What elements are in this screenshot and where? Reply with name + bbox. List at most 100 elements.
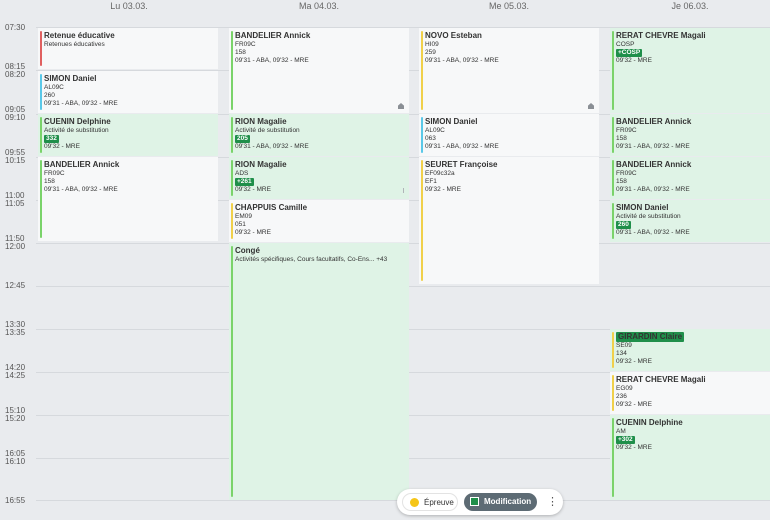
lesson-card[interactable]: BANDELIER Annick FR09C 158 09'31 - ABA, …: [38, 157, 218, 241]
time-label: 11:05: [5, 199, 25, 208]
time-label: 08:20: [5, 70, 26, 79]
lesson-color-bar: [612, 203, 614, 239]
lesson-card[interactable]: RION Magalie Activité de substitution 20…: [229, 114, 409, 156]
lesson-card[interactable]: SIMON Daniel Activité de substitution 26…: [610, 200, 770, 242]
lesson-groups: 09'31 - ABA, 09'32 - MRE: [44, 100, 118, 107]
lesson-room: 158: [44, 178, 55, 185]
time-label: 14:25: [5, 371, 26, 380]
lesson-card[interactable]: BANDELIER Annick FR09C 158 09'31 - ABA, …: [610, 114, 770, 156]
home-icon: [398, 103, 404, 109]
day-header-je: Je 06.03.: [671, 1, 709, 11]
lesson-color-bar: [40, 74, 42, 110]
lesson-color-bar: [612, 418, 614, 497]
lesson-class: ADS: [235, 170, 249, 177]
lesson-color-bar: [612, 375, 614, 411]
lesson-room: 158: [616, 135, 627, 142]
lesson-groups: 09'32 - MRE: [616, 358, 652, 365]
time-label: 09:10: [5, 113, 26, 122]
teacher-name: SIMON Daniel: [44, 74, 97, 83]
time-label: 10:15: [5, 156, 26, 165]
teacher-name: RION Magalie: [235, 160, 287, 169]
lesson-groups: 09'31 - ABA, 09'32 - MRE: [425, 143, 499, 150]
time-label: 07:30: [5, 23, 26, 32]
lesson-class: FR09C: [235, 41, 256, 48]
lesson-room: 236: [616, 393, 627, 400]
resize-grip-icon[interactable]: [403, 188, 404, 193]
teacher-name: RERAT CHEVRE Magali: [616, 31, 706, 40]
teacher-name: RERAT CHEVRE Magali: [616, 375, 706, 384]
time-label: 12:45: [5, 281, 26, 290]
modification-square-icon: [470, 497, 479, 506]
lesson-room: 051: [235, 221, 246, 228]
teacher-name: CHAPPUIS Camille: [235, 203, 308, 212]
lesson-card[interactable]: BANDELIER Annick FR09C 158 09'31 - ABA, …: [229, 28, 409, 113]
legend-epreuve[interactable]: Épreuve: [402, 493, 458, 511]
lesson-subject: Activité de substitution: [235, 127, 300, 134]
lesson-color-bar: [421, 31, 423, 110]
lesson-color-bar: [612, 160, 614, 196]
lesson-card[interactable]: CUENIN Delphine Activité de substitution…: [38, 114, 218, 156]
time-label: 16:10: [5, 457, 26, 466]
room-change-badge: +302: [616, 436, 635, 444]
teacher-name: CUENIN Delphine: [616, 418, 683, 427]
teacher-name: BANDELIER Annick: [616, 117, 692, 126]
lesson-class: SE09: [616, 342, 632, 349]
lesson-card[interactable]: SIMON Daniel AL09C 063 09'31 - ABA, 09'3…: [419, 114, 599, 156]
teacher-name: NOVO Esteban: [425, 31, 482, 40]
lesson-card[interactable]: RION Magalie ADS +261 09'32 - MRE: [229, 157, 409, 199]
lesson-room: 158: [235, 49, 246, 56]
day-header-me: Me 05.03.: [488, 1, 530, 11]
leave-title: Congé: [235, 246, 260, 255]
lesson-color-bar: [231, 203, 233, 239]
lesson-card[interactable]: SIMON Daniel AL09C 260 09'31 - ABA, 09'3…: [38, 71, 218, 113]
teacher-name: SIMON Daniel: [425, 117, 478, 126]
lesson-class: AM: [616, 428, 626, 435]
lesson-card[interactable]: CUENIN Delphine AM +302 09'32 - MRE: [610, 415, 770, 500]
lesson-room: 063: [425, 135, 436, 142]
teacher-name: SEURET Françoise: [425, 160, 498, 169]
lesson-groups: 09'31 - ABA, 09'32 - MRE: [616, 143, 690, 150]
time-label: 15:20: [5, 414, 26, 423]
lesson-card[interactable]: CHAPPUIS Camille EM09 051 09'32 - MRE: [229, 200, 409, 242]
lesson-room: 158: [616, 178, 627, 185]
lesson-card[interactable]: NOVO Esteban HI09 259 09'31 - ABA, 09'32…: [419, 28, 599, 113]
lesson-class: FR09C: [616, 127, 637, 134]
lesson-card[interactable]: BANDELIER Annick FR09C 158 09'31 - ABA, …: [610, 157, 770, 199]
lesson-card[interactable]: GIRARDIN Claire SE09 134 09'32 - MRE: [610, 329, 770, 371]
lesson-card[interactable]: RERAT CHEVRE Magali COSP +COSP 09'32 - M…: [610, 28, 770, 113]
lesson-color-bar: [40, 160, 42, 238]
more-options-icon[interactable]: ⋮: [547, 495, 558, 509]
epreuve-dot-icon: [410, 498, 419, 507]
lesson-groups: 09'32 - MRE: [44, 143, 80, 150]
day-header-ma: Ma 04.03.: [298, 1, 340, 11]
teacher-name: CUENIN Delphine: [44, 117, 111, 126]
lesson-class: AL09C: [425, 127, 445, 134]
lesson-groups: 09'31 - ABA, 09'32 - MRE: [235, 57, 309, 64]
lesson-groups: 09'31 - ABA, 09'32 - MRE: [425, 57, 499, 64]
lesson-color-bar: [231, 246, 233, 497]
lesson-color-bar: [231, 160, 233, 196]
lesson-groups: 09'32 - MRE: [235, 229, 271, 236]
lesson-card[interactable]: Retenue éducative Retenues éducatives: [38, 28, 218, 69]
lesson-groups: 09'32 - MRE: [235, 186, 271, 193]
lesson-room: 260: [44, 92, 55, 99]
lesson-class: FR09C: [44, 170, 65, 177]
lesson-subject: Activité de substitution: [44, 127, 109, 134]
lesson-groups: 09'32 - MRE: [616, 57, 652, 64]
lesson-class: EF09c32a: [425, 170, 455, 177]
lesson-groups: 09'31 - ABA, 09'32 - MRE: [44, 186, 118, 193]
legend-modification[interactable]: Modification: [464, 493, 537, 511]
lesson-room: 134: [616, 350, 627, 357]
lesson-card[interactable]: RERAT CHEVRE Magali EG09 236 09'32 - MRE: [610, 372, 770, 414]
lesson-groups: 09'32 - MRE: [616, 444, 652, 451]
teacher-name: BANDELIER Annick: [44, 160, 120, 169]
lesson-card[interactable]: SEURET Françoise EF09c32a EF1 09'32 - MR…: [419, 157, 599, 284]
lesson-color-bar: [231, 31, 233, 110]
room-change-badge: 205: [235, 135, 250, 143]
lesson-class: EM09: [235, 213, 252, 220]
lesson-groups: 09'31 - ABA, 09'32 - MRE: [616, 186, 690, 193]
teacher-name: GIRARDIN Claire: [616, 332, 685, 342]
leave-card[interactable]: Congé Activités spécifiques, Cours facul…: [229, 243, 409, 500]
lesson-groups: 09'32 - MRE: [616, 401, 652, 408]
lesson-room: 259: [425, 49, 436, 56]
